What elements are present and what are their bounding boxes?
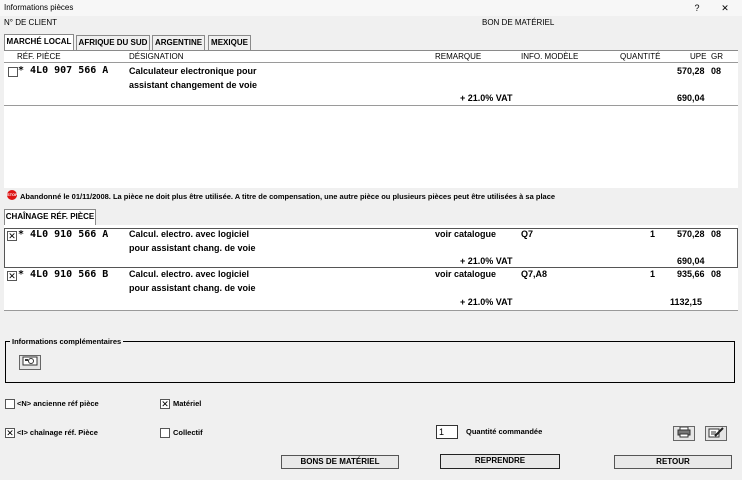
parts-panel — [4, 50, 738, 188]
tab-afrique-du-sud[interactable]: AFRIQUE DU SUD — [76, 35, 150, 50]
col-upe: UPE — [690, 52, 707, 61]
chain-ref-checkbox[interactable] — [5, 428, 15, 438]
chain-item-1-ref: * 4L0 910 566 A — [18, 229, 109, 240]
chain-item-2-ref: * 4L0 910 566 B — [18, 269, 109, 280]
chain-item-2-designation-line2: pour assistant chang. de voie — [129, 283, 256, 293]
chain-item-2-upe: 935,66 — [677, 269, 705, 279]
chain-item-1-info: Q7 — [521, 229, 534, 239]
top-item-divider — [4, 105, 738, 106]
col-quantite: QUANTITÉ — [620, 52, 661, 61]
chain-item-2-info: Q7,A8 — [521, 269, 548, 279]
close-button[interactable]: ✕ — [718, 2, 732, 14]
quantity-label: Quantité commandée — [466, 427, 543, 436]
col-info-modele: INFO. MODÈLE — [521, 52, 579, 61]
collectif-checkbox[interactable] — [160, 428, 170, 438]
chain-item-1-designation-line1: Calcul. electro. avec logiciel — [129, 229, 250, 239]
chain-item-1-designation-line2: pour assistant chang. de voie — [129, 243, 256, 253]
client-number-label: N° DE CLIENT — [4, 18, 57, 27]
info-complementaires-legend: Informations complémentaires — [10, 337, 124, 346]
chain-item-2-checkbox[interactable] — [7, 271, 17, 281]
col-gr: GR — [711, 52, 723, 61]
chain-item-2-designation-line1: Calcul. electro. avec logiciel — [129, 269, 250, 279]
chain-item-1-vat-total: 690,04 — [677, 256, 705, 266]
chain-item-1-gr: 08 — [711, 229, 722, 239]
old-ref-label: <N> ancienne réf pièce — [17, 399, 99, 408]
help-button[interactable]: ? — [690, 2, 704, 14]
materiel-label: Matériel — [173, 399, 202, 408]
tab-marche-local[interactable]: MARCHÉ LOCAL — [4, 34, 74, 50]
chain-divider — [4, 310, 738, 311]
col-designation: DÉSIGNATION — [129, 52, 184, 61]
info-complementaires-group — [5, 341, 735, 383]
top-item-checkbox[interactable] — [8, 67, 18, 77]
chain-ref-label: <I> chaînage réf. Pièce — [17, 428, 98, 437]
chain-item-2-gr: 08 — [711, 269, 722, 279]
tab-argentine[interactable]: ARGENTINE — [152, 35, 205, 50]
abandon-notice: Abandonné le 01/11/2008. La pièce ne doi… — [20, 192, 556, 201]
tab-chainage[interactable]: CHAÎNAGE RÉF. PIÈCE — [4, 209, 96, 225]
collectif-label: Collectif — [173, 428, 203, 437]
edit-icon-svg — [708, 427, 724, 438]
tab-mexique[interactable]: MEXIQUE — [208, 35, 251, 50]
chain-item-2-vat-total: 1132,15 — [670, 297, 703, 307]
top-item-designation-line2: assistant changement de voie — [129, 80, 258, 90]
top-item-ref: * 4L0 907 566 A — [18, 65, 109, 76]
top-item-designation-line1: Calculateur electronique pour — [129, 66, 257, 76]
col-ref: RÉF. PIÈCE — [17, 52, 61, 61]
top-item-gr: 08 — [711, 66, 722, 76]
chain-item-1-remarque: voir catalogue — [435, 229, 497, 239]
title-bar: Informations pièces ? ✕ — [0, 0, 742, 16]
header-divider — [4, 62, 738, 63]
chain-item-2-qty: 1 — [650, 269, 656, 279]
chain-item-1-checkbox[interactable] — [7, 231, 17, 241]
chain-item-1-upe: 570,28 — [677, 229, 705, 239]
bons-materiel-button[interactable]: BONS DE MATÉRIEL — [281, 455, 399, 469]
chain-item-1-vat-label: + 21.0% VAT — [460, 256, 513, 266]
old-ref-checkbox[interactable] — [5, 399, 15, 409]
chain-item-2-remarque: voir catalogue — [435, 269, 497, 279]
top-item-vat-total: 690,04 — [677, 93, 705, 103]
top-item-vat-label: + 21.0% VAT — [460, 93, 513, 103]
camera-card-icon-svg — [22, 356, 38, 366]
print-icon[interactable] — [673, 426, 695, 441]
quantity-input[interactable]: 1 — [436, 425, 458, 439]
camera-card-icon[interactable] — [19, 355, 41, 370]
print-icon-svg — [677, 426, 691, 438]
stop-icon: STOP — [7, 190, 18, 200]
window-title: Informations pièces — [4, 3, 74, 12]
chain-item-2-vat-label: + 21.0% VAT — [460, 297, 513, 307]
materiel-checkbox[interactable] — [160, 399, 170, 409]
selected-row-frame — [4, 228, 738, 268]
retour-button[interactable]: RETOUR — [614, 455, 732, 469]
top-item-upe: 570,28 — [677, 66, 705, 76]
chain-item-1-qty: 1 — [650, 229, 656, 239]
edit-icon[interactable] — [705, 426, 727, 441]
doc-type-label: BON DE MATÉRIEL — [482, 18, 555, 27]
col-remarque: REMARQUE — [435, 52, 482, 61]
reprendre-button[interactable]: REPRENDRE — [440, 454, 560, 469]
